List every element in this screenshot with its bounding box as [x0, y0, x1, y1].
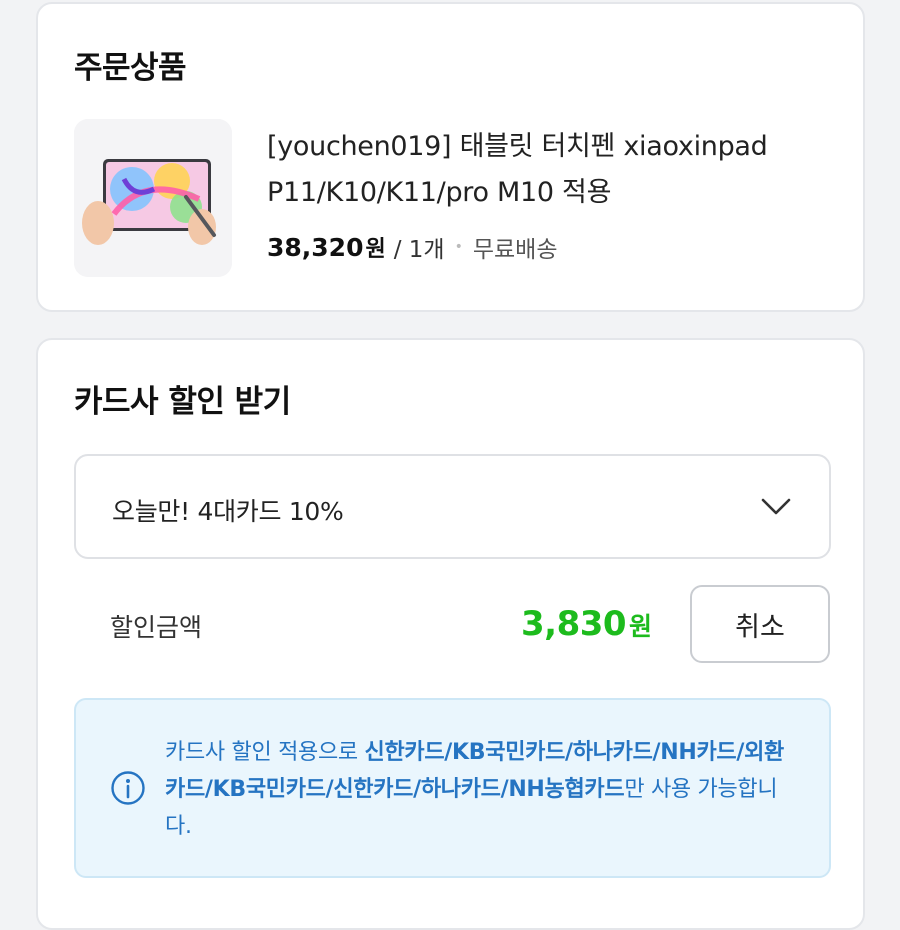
discount-amount: 3,830 원: [521, 604, 652, 644]
order-products-card: 주문상품 [youchen019] 태블릿 터치펜 xiaoxinpad P11…: [36, 2, 865, 312]
product-name[interactable]: [youchen019] 태블릿 터치펜 xiaoxinpad P11/K10/…: [267, 124, 837, 216]
tablet-pen-image: [74, 119, 232, 277]
card-discount-select-value: 오늘만! 4대카드 10%: [112, 497, 344, 526]
card-discount-card: 카드사 할인 받기 오늘만! 4대카드 10% 할인금액 3,830 원 취소 …: [36, 338, 865, 930]
chevron-down-icon: [761, 498, 791, 515]
product-price-currency: 원: [365, 237, 386, 262]
card-discount-select[interactable]: 오늘만! 4대카드 10%: [74, 454, 831, 559]
info-icon: [111, 771, 145, 805]
discount-info-box: 카드사 할인 적용으로 신한카드/KB국민카드/하나카드/NH카드/외환카드/K…: [74, 698, 831, 878]
shipping-info: 무료배송: [472, 237, 558, 263]
discount-amount-currency: 원: [629, 612, 653, 641]
order-section-title: 주문상품: [74, 50, 187, 86]
discount-amount-label: 할인금액: [110, 613, 203, 642]
product-thumbnail[interactable]: [74, 119, 232, 277]
info-text-prefix: 카드사 할인 적용으로: [165, 740, 365, 765]
product-quantity: / 1개: [393, 237, 445, 263]
product-price-row: 38,320 원 / 1개 • 무료배송: [267, 230, 558, 264]
discount-section-title: 카드사 할인 받기: [74, 384, 291, 420]
separator-dot: •: [454, 239, 463, 255]
discount-info-text: 카드사 할인 적용으로 신한카드/KB국민카드/하나카드/NH카드/외환카드/K…: [165, 734, 795, 845]
discount-amount-value: 3,830: [521, 604, 627, 644]
product-price: 38,320: [267, 232, 364, 262]
cancel-discount-button[interactable]: 취소: [690, 585, 830, 663]
